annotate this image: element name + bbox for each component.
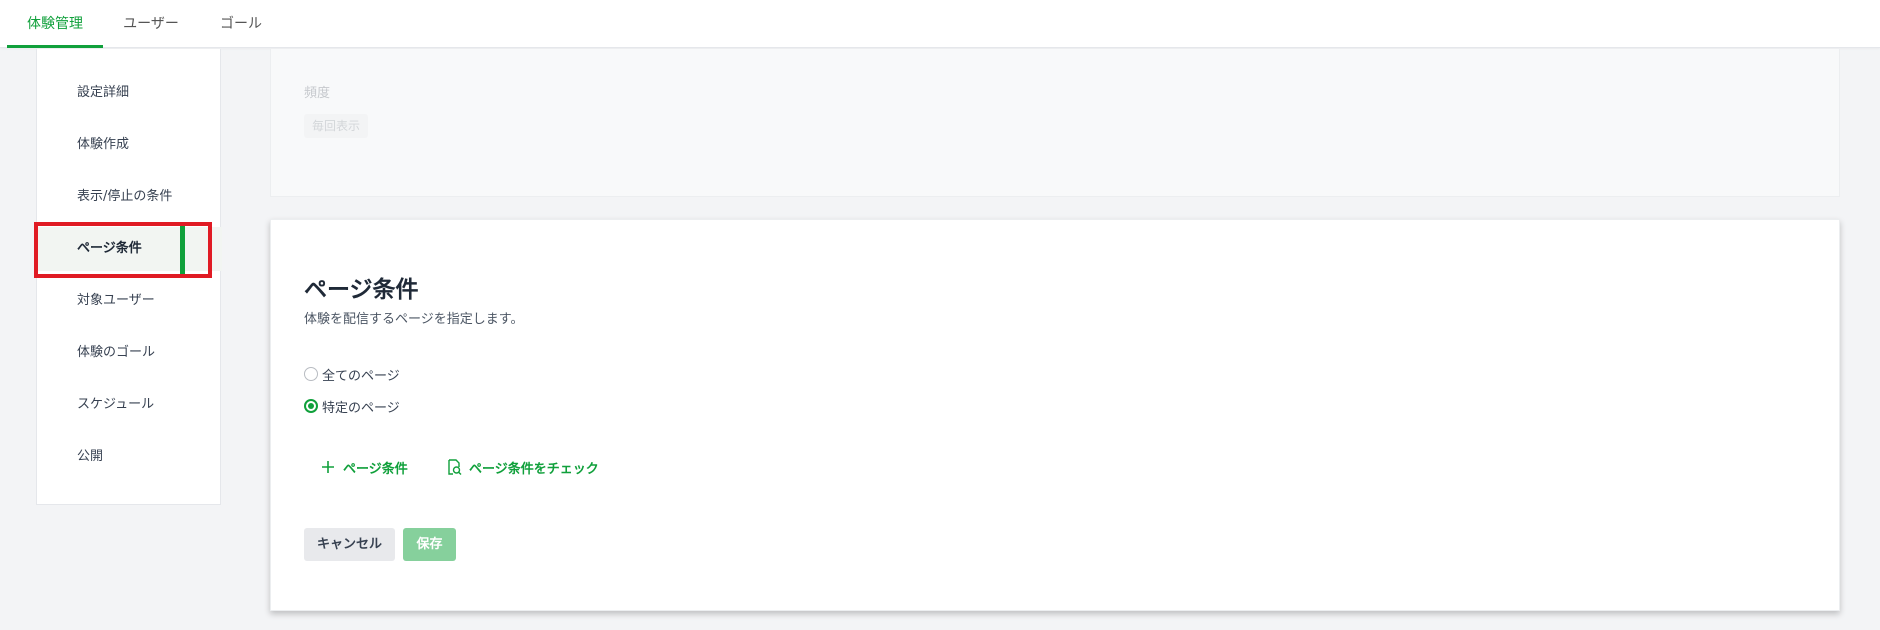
radio-checked-icon[interactable] <box>304 399 318 413</box>
sidebar-item-schedule[interactable]: スケジュール <box>37 383 222 427</box>
top-tab-bar: 体験管理 ユーザー ゴール <box>0 0 1880 48</box>
radio-specific-pages[interactable]: 特定のページ <box>304 397 400 416</box>
radio-all-pages[interactable]: 全てのページ <box>304 365 400 384</box>
sidebar-item-create-experience[interactable]: 体験作成 <box>37 123 222 167</box>
cancel-button[interactable]: キャンセル <box>304 528 395 561</box>
radio-specific-pages-label: 特定のページ <box>322 400 400 416</box>
sidebar-item-target-users[interactable]: 対象ユーザー <box>37 279 222 323</box>
sidebar-item-display-conditions[interactable]: 表示/停止の条件 <box>37 175 222 219</box>
plus-icon <box>322 461 334 473</box>
page-condition-description: 体験を配信するページを指定します。 <box>304 312 524 327</box>
sidebar-item-settings-detail[interactable]: 設定詳細 <box>37 71 222 115</box>
page-condition-title: ページ条件 <box>304 277 419 303</box>
add-page-condition-label: ページ条件 <box>343 461 408 477</box>
save-button[interactable]: 保存 <box>403 528 456 561</box>
sidebar-item-publish[interactable]: 公開 <box>37 435 222 479</box>
frequency-label: 頻度 <box>304 86 331 101</box>
page-condition-card: ページ条件 体験を配信するページを指定します。 全てのページ 特定のページ ペー… <box>270 219 1840 611</box>
document-search-icon <box>448 459 462 475</box>
tab-goals[interactable]: ゴール <box>208 0 274 48</box>
highlight-annotation <box>34 222 212 278</box>
check-page-condition-label: ページ条件をチェック <box>469 461 599 477</box>
sidebar-item-experience-goal[interactable]: 体験のゴール <box>37 331 222 375</box>
frequency-card: 頻度 毎回表示 <box>270 49 1840 197</box>
check-page-condition-button[interactable]: ページ条件をチェック <box>445 456 599 478</box>
tab-experience-management[interactable]: 体験管理 <box>7 0 103 48</box>
radio-unchecked-icon[interactable] <box>304 367 318 381</box>
frequency-value: 毎回表示 <box>304 114 369 138</box>
radio-all-pages-label: 全てのページ <box>322 368 400 384</box>
tab-users[interactable]: ユーザー <box>112 0 190 48</box>
add-page-condition-button[interactable]: ページ条件 <box>319 456 408 478</box>
